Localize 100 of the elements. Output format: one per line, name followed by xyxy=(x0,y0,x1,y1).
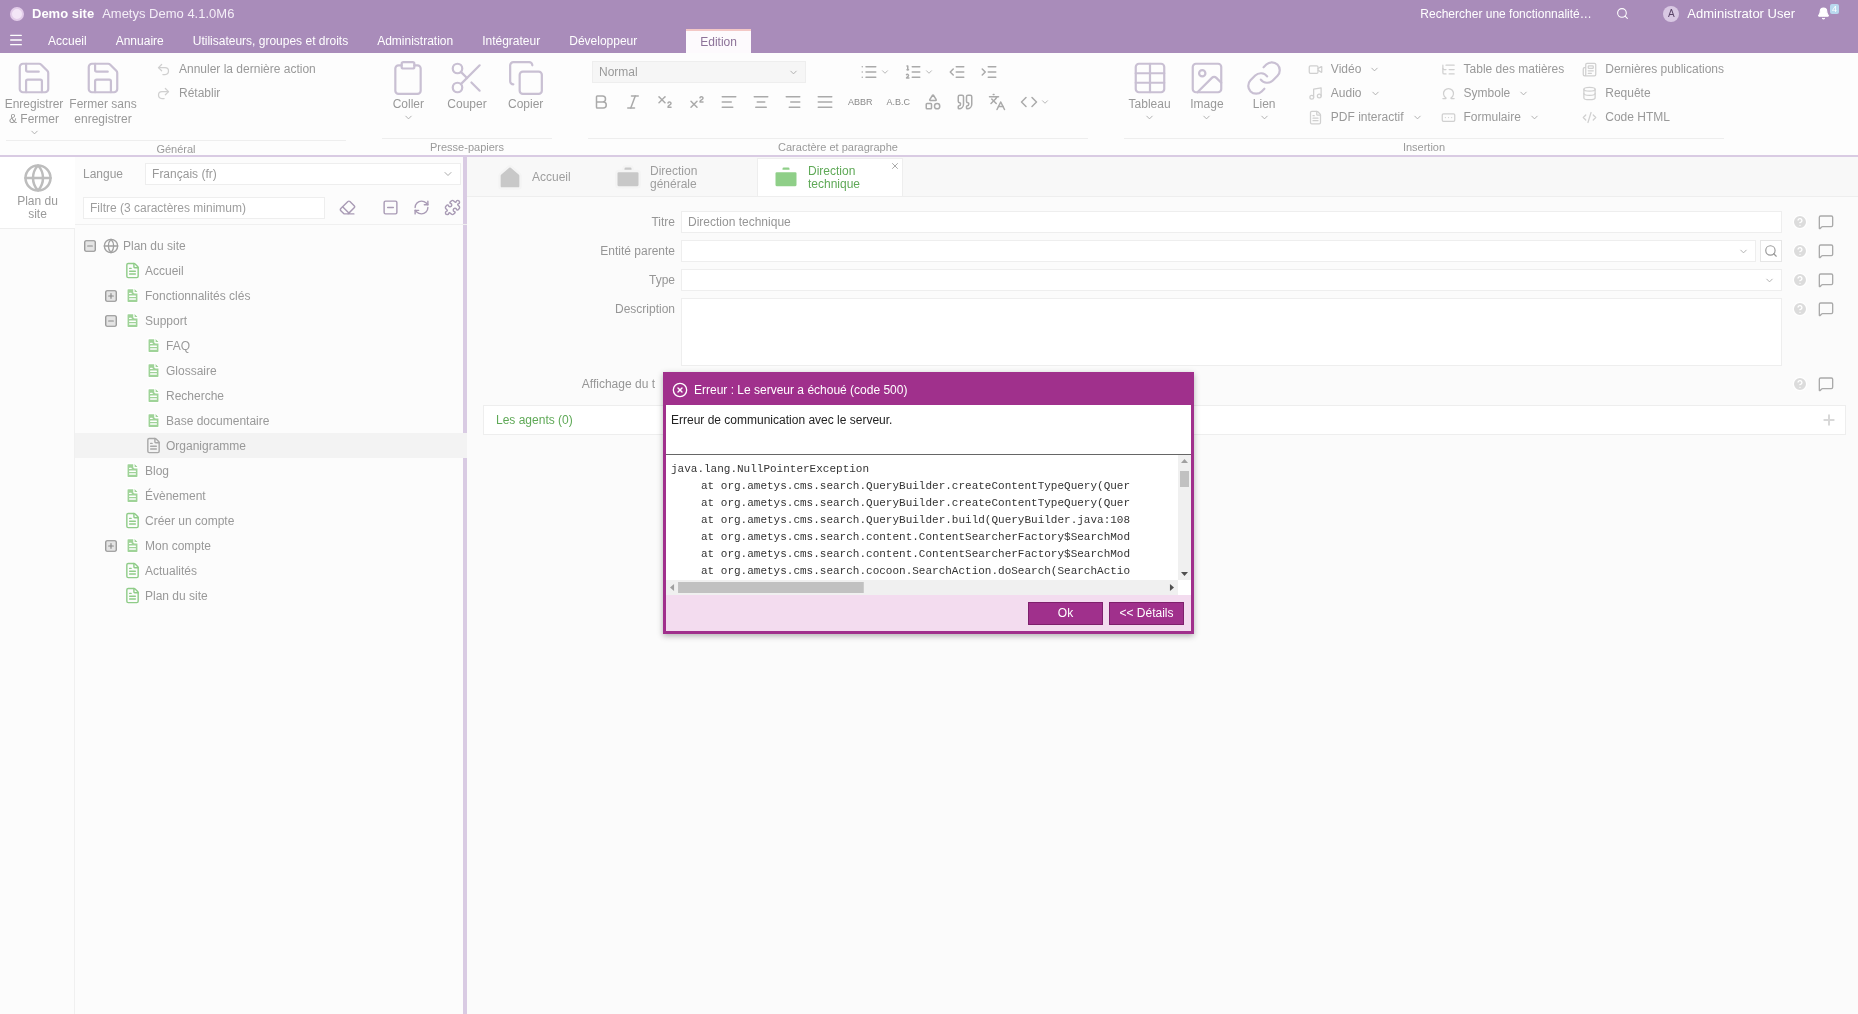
side-tab[interactable]: Plan du site xyxy=(0,157,75,229)
add-icon[interactable] xyxy=(1821,412,1837,428)
tree-item[interactable]: Recherche xyxy=(75,383,469,408)
toolbar-button[interactable] xyxy=(752,93,770,111)
ribbon-button[interactable]: Couper xyxy=(440,57,494,138)
menu-tab[interactable]: Administration xyxy=(363,29,468,53)
toolbar-button[interactable] xyxy=(924,93,943,111)
search-field[interactable]: Rechercher une fonctionnalité… xyxy=(1418,5,1609,22)
ribbon-button[interactable]: Lien xyxy=(1238,57,1290,138)
refresh-icon[interactable] xyxy=(413,199,430,216)
page-icon xyxy=(124,487,141,504)
editor-tab[interactable]: Accueil xyxy=(481,158,587,196)
expand-icon[interactable] xyxy=(104,538,118,553)
puzzle-icon[interactable] xyxy=(444,199,461,216)
comment-icon[interactable] xyxy=(1818,243,1834,259)
expand-icon[interactable] xyxy=(104,288,118,303)
panel-title[interactable]: Les agents (0) xyxy=(496,413,573,427)
comment-icon[interactable] xyxy=(1818,376,1834,392)
ribbon-button[interactable]: Vidéo xyxy=(1307,57,1423,81)
bell-icon[interactable] xyxy=(1817,7,1830,20)
help-icon[interactable] xyxy=(1792,272,1808,288)
menu-tab[interactable]: Annuaire xyxy=(101,29,178,53)
toolbar-button[interactable] xyxy=(720,93,738,111)
comment-icon[interactable] xyxy=(1818,214,1834,230)
tree-item[interactable]: Plan du site xyxy=(75,233,469,258)
editor-tab[interactable]: Direction technique xyxy=(757,158,903,196)
ribbon-button[interactable]: Image xyxy=(1181,57,1233,138)
combo-field[interactable] xyxy=(681,269,1782,291)
dialog-button[interactable]: << Détails xyxy=(1109,601,1184,625)
combo-field[interactable] xyxy=(681,240,1756,262)
toolbar-button[interactable] xyxy=(784,93,802,111)
toc-icon xyxy=(1440,61,1456,77)
help-icon[interactable] xyxy=(1792,376,1808,392)
filter-field[interactable]: Filtre (3 caractères minimum) xyxy=(83,196,325,219)
close-icon[interactable] xyxy=(890,161,900,171)
text-field[interactable]: Direction technique xyxy=(681,211,1782,233)
horizontal-scrollbar[interactable] xyxy=(666,580,1178,595)
help-icon[interactable] xyxy=(1792,214,1808,230)
ribbon-button[interactable]: Annuler la dernière action xyxy=(156,57,316,81)
ribbon-button[interactable]: Dernières publications xyxy=(1582,57,1724,81)
vertical-scrollbar[interactable] xyxy=(1178,455,1191,580)
tree-item[interactable]: Support xyxy=(75,308,469,333)
ribbon-button[interactable]: Fermer sans enregistrer xyxy=(68,57,138,140)
tree-item[interactable]: Créer un compte xyxy=(75,508,469,533)
search-button[interactable] xyxy=(1760,240,1782,262)
menu-icon[interactable] xyxy=(8,32,24,48)
help-icon[interactable] xyxy=(1792,301,1808,317)
menu-tab[interactable]: Accueil xyxy=(34,29,101,53)
tree-item[interactable]: Mon compte xyxy=(75,533,469,558)
tree-item[interactable]: Évènement xyxy=(75,483,469,508)
ribbon-button[interactable]: Coller xyxy=(382,57,435,138)
tree-item[interactable]: Blog xyxy=(75,458,469,483)
ribbon-button[interactable]: Table des matières xyxy=(1440,57,1565,81)
menu-tab[interactable]: Développeur xyxy=(555,29,652,53)
tree-item[interactable]: Plan du site xyxy=(75,583,469,608)
ribbon-button[interactable]: Symbole xyxy=(1440,81,1565,105)
comment-icon[interactable] xyxy=(1818,301,1834,317)
toolbar-button[interactable]: A.B.C xyxy=(886,97,911,107)
ribbon-button[interactable]: Code HTML xyxy=(1582,105,1724,129)
dialog-button[interactable]: Ok xyxy=(1028,601,1103,625)
toolbar-button[interactable] xyxy=(948,63,966,81)
ribbon-button[interactable]: Audio xyxy=(1307,81,1423,105)
eraser-icon[interactable] xyxy=(339,199,356,216)
ribbon-button[interactable]: Rétablir xyxy=(156,81,316,105)
tree-item[interactable]: Organigramme xyxy=(75,433,469,458)
tree-item[interactable]: Glossaire xyxy=(75,358,469,383)
toolbar-button[interactable] xyxy=(980,63,998,81)
ribbon-button[interactable]: PDF interactif xyxy=(1307,105,1423,129)
comment-icon[interactable] xyxy=(1818,272,1834,288)
toolbar-button[interactable] xyxy=(860,63,890,81)
toolbar-button[interactable] xyxy=(688,93,706,111)
toolbar-button[interactable] xyxy=(624,93,642,111)
toolbar-button[interactable] xyxy=(904,63,934,81)
help-icon[interactable] xyxy=(1792,243,1808,259)
collapse-icon[interactable] xyxy=(104,313,118,328)
collapse-icon[interactable] xyxy=(83,238,97,253)
toolbar-button[interactable] xyxy=(816,93,834,111)
user-name[interactable]: Administrator User xyxy=(1687,6,1795,21)
tree-item[interactable]: Fonctionnalités clés xyxy=(75,283,469,308)
menu-tab[interactable]: Utilisateurs, groupes et droits xyxy=(178,29,363,53)
toolbar-button[interactable] xyxy=(956,93,975,111)
tree-item[interactable]: Accueil xyxy=(75,258,469,283)
search-icon[interactable] xyxy=(1616,7,1630,20)
ribbon-button[interactable]: Formulaire xyxy=(1440,105,1565,129)
language-select[interactable]: Français (fr) xyxy=(145,163,461,185)
editor-tab[interactable]: Direction générale xyxy=(599,158,745,196)
ribbon-button[interactable]: Enregistrer & Fermer xyxy=(6,57,62,140)
ribbon-button[interactable]: Requête xyxy=(1582,81,1724,105)
toolbar-button[interactable]: ABBR xyxy=(848,97,873,107)
tree-item[interactable]: Actualités xyxy=(75,558,469,583)
toolbar-button[interactable] xyxy=(656,93,674,111)
toolbar-button[interactable] xyxy=(988,93,1007,111)
collapse-all-icon[interactable] xyxy=(382,199,399,216)
tree-item[interactable]: FAQ xyxy=(75,333,469,358)
style-combo[interactable]: Normal xyxy=(592,61,806,83)
menu-tab[interactable]: Intégrateur xyxy=(468,29,555,53)
ribbon-button[interactable]: Tableau xyxy=(1124,57,1176,138)
tree-item[interactable]: Base documentaire xyxy=(75,408,469,433)
menu-tab[interactable]: Edition xyxy=(686,29,751,53)
ribbon-button[interactable]: Copier xyxy=(499,57,552,138)
